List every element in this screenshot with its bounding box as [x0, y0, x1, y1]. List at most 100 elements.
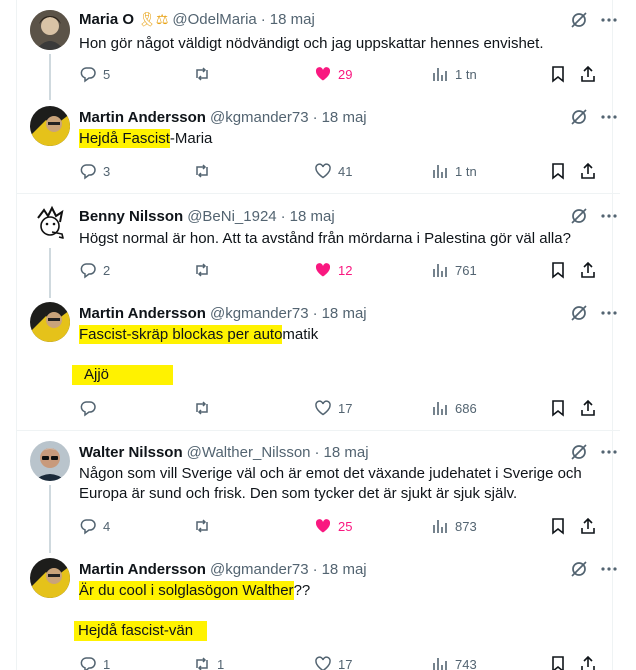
share-button[interactable]: [579, 516, 597, 536]
left-border: [16, 0, 17, 670]
separator-dot: ·: [312, 108, 318, 126]
author-name[interactable]: Walter Nilsson: [79, 444, 183, 461]
bookmark-icon: [552, 518, 564, 535]
avatar[interactable]: [30, 302, 70, 342]
share-button[interactable]: [579, 398, 597, 418]
like-button[interactable]: 25: [314, 516, 352, 536]
grok-icon[interactable]: [569, 559, 589, 579]
views-icon: [433, 658, 447, 670]
more-options-icon[interactable]: [599, 206, 619, 226]
share-button[interactable]: [579, 64, 597, 84]
author-handle[interactable]: @kgmander73: [210, 305, 309, 322]
avatar[interactable]: [30, 204, 70, 244]
tweet-text: Hon gör något väldigt nödvändigt och jag…: [79, 35, 544, 52]
retweet-button[interactable]: 1: [193, 654, 224, 670]
avatar[interactable]: [30, 10, 70, 50]
more-options-icon[interactable]: [599, 442, 619, 462]
heart-icon: [315, 163, 331, 179]
views-button[interactable]: 743: [431, 654, 477, 670]
more-options-icon[interactable]: [599, 303, 619, 323]
avatar[interactable]: [30, 558, 70, 598]
like-button[interactable]: 29: [314, 64, 352, 84]
highlighted-text: Fascist-skräp blockas per auto: [79, 325, 283, 344]
retweet-button[interactable]: [193, 260, 217, 280]
views-button[interactable]: 1 tn: [431, 161, 477, 181]
views-button[interactable]: 873: [431, 516, 477, 536]
like-count: 17: [338, 400, 353, 416]
author-handle[interactable]: @kgmander73: [210, 109, 309, 126]
grok-icon[interactable]: [569, 107, 589, 127]
bookmark-button[interactable]: [549, 64, 567, 84]
tweet-actions: 4 25 873: [79, 516, 599, 536]
like-button[interactable]: 17: [314, 398, 352, 418]
grok-icon[interactable]: [569, 206, 589, 226]
author-handle[interactable]: @Walther_Nilsson: [187, 444, 311, 461]
tweet-date[interactable]: 18 maj: [322, 305, 367, 322]
reply-button[interactable]: [79, 398, 103, 418]
share-button[interactable]: [579, 654, 597, 670]
view-count: 873: [455, 518, 477, 534]
avatar[interactable]: [30, 441, 70, 481]
bookmark-button[interactable]: [549, 161, 567, 181]
bookmark-button[interactable]: [549, 260, 567, 280]
views-icon: [433, 264, 447, 277]
retweet-icon: [196, 657, 208, 670]
more-options-icon[interactable]: [599, 10, 619, 30]
reply-button[interactable]: 2: [79, 260, 110, 280]
highlighted-text: Hejdå Fascist: [79, 129, 170, 148]
like-button[interactable]: 12: [314, 260, 352, 280]
bookmark-button[interactable]: [549, 398, 567, 418]
author-handle[interactable]: @OdelMaria: [172, 11, 256, 28]
author-handle[interactable]: @BeNi_1924: [187, 208, 276, 225]
views-button[interactable]: 686: [431, 398, 477, 418]
more-options-icon[interactable]: [599, 559, 619, 579]
reply-count: 5: [103, 66, 111, 82]
separator-dot: ·: [260, 10, 266, 28]
bookmark-icon: [552, 163, 564, 180]
author-handle[interactable]: @kgmander73: [210, 561, 309, 578]
views-icon: [433, 520, 447, 533]
retweet-button[interactable]: [193, 64, 217, 84]
like-button[interactable]: 17: [314, 654, 352, 670]
bookmark-button[interactable]: [549, 516, 567, 536]
reply-button[interactable]: 3: [79, 161, 110, 181]
reply-button[interactable]: 5: [79, 64, 110, 84]
author-name[interactable]: Maria O: [79, 11, 134, 28]
avatar[interactable]: [30, 106, 70, 146]
separator-dot: ·: [312, 304, 318, 322]
heart-icon: [315, 656, 331, 670]
author-name[interactable]: Martin Andersson: [79, 561, 206, 578]
grok-icon[interactable]: [569, 10, 589, 30]
like-button[interactable]: 41: [314, 161, 352, 181]
retweet-button[interactable]: [193, 398, 217, 418]
bookmark-button[interactable]: [549, 654, 567, 670]
tweet-date[interactable]: 18 maj: [270, 11, 315, 28]
heart-icon: [315, 67, 331, 81]
tweet-date[interactable]: 18 maj: [322, 561, 367, 578]
share-button[interactable]: [579, 161, 597, 181]
grok-icon[interactable]: [569, 442, 589, 462]
author-name[interactable]: Benny Nilsson: [79, 208, 183, 225]
tweet-text: Högst normal är hon. Att ta avstånd från…: [79, 230, 571, 247]
retweet-button[interactable]: [193, 161, 217, 181]
retweet-icon: [196, 519, 208, 533]
reply-button[interactable]: 4: [79, 516, 110, 536]
reply-icon: [80, 263, 96, 279]
views-icon: [433, 68, 447, 81]
tweet-date[interactable]: 18 maj: [324, 444, 369, 461]
separator-dot: ·: [280, 207, 286, 225]
views-button[interactable]: 761: [431, 260, 477, 280]
author-name[interactable]: Martin Andersson: [79, 109, 206, 126]
tweet-date[interactable]: 18 maj: [290, 208, 335, 225]
retweet-icon: [196, 263, 208, 277]
share-button[interactable]: [579, 260, 597, 280]
view-count: 1 tn: [455, 163, 477, 179]
grok-icon[interactable]: [569, 303, 589, 323]
author-name[interactable]: Martin Andersson: [79, 305, 206, 322]
reply-button[interactable]: 1: [79, 654, 110, 670]
more-options-icon[interactable]: [599, 107, 619, 127]
views-button[interactable]: 1 tn: [431, 64, 477, 84]
tweet-date[interactable]: 18 maj: [322, 109, 367, 126]
reply-icon: [80, 164, 96, 180]
retweet-button[interactable]: [193, 516, 217, 536]
